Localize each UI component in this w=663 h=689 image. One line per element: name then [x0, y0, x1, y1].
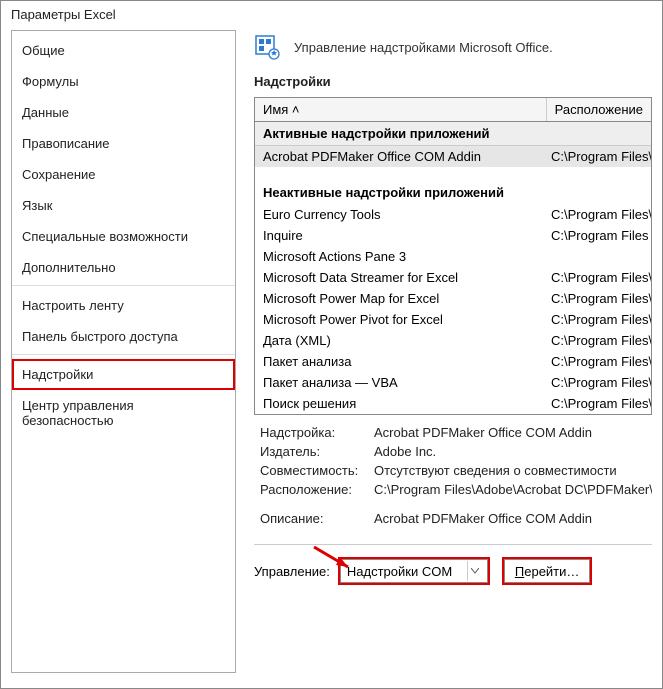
- annotation-arrow-icon: [310, 543, 360, 573]
- cell-name: Microsoft Data Streamer for Excel: [255, 267, 547, 288]
- cell-loc: C:\Program Files\A: [547, 146, 651, 167]
- sidebar-item-quick-access[interactable]: Панель быстрого доступа: [12, 321, 235, 355]
- sidebar-item-customize-ribbon[interactable]: Настроить ленту: [12, 290, 235, 321]
- section-title: Надстройки: [254, 74, 662, 89]
- chevron-down-icon: [467, 561, 483, 581]
- table-row[interactable]: InquireC:\Program Files (x: [255, 225, 651, 246]
- cell-name: Inquire: [255, 225, 547, 246]
- detail-value-compat: Отсутствуют сведения о совместимости: [374, 463, 652, 478]
- main-panel: Управление надстройками Microsoft Office…: [236, 24, 662, 679]
- cell-name: Дата (XML): [255, 330, 547, 351]
- sidebar-item-language[interactable]: Язык: [12, 190, 235, 221]
- detail-label-location: Расположение:: [254, 482, 374, 497]
- cell-loc: C:\Program Files\C: [547, 330, 651, 351]
- go-button[interactable]: Перейти…: [504, 559, 591, 583]
- table-row[interactable]: Microsoft Power Map for ExcelC:\Program …: [255, 288, 651, 309]
- go-button-rest: ерейти…: [524, 564, 579, 579]
- table-row[interactable]: Euro Currency ToolsC:\Program Files\M: [255, 204, 651, 225]
- cell-loc: C:\Program Files\M: [547, 267, 651, 288]
- group-inactive: Неактивные надстройки приложений: [255, 181, 651, 204]
- sidebar-item-formulas[interactable]: Формулы: [12, 66, 235, 97]
- detail-value-addin: Acrobat PDFMaker Office COM Addin: [374, 425, 652, 440]
- cell-loc: C:\Program Files\M: [547, 309, 651, 330]
- sidebar-item-trust-center[interactable]: Центр управления безопасностью: [12, 390, 235, 436]
- manage-combo[interactable]: Надстройки COM: [340, 559, 488, 583]
- cell-name: Euro Currency Tools: [255, 204, 547, 225]
- window-body: Общие Формулы Данные Правописание Сохран…: [1, 24, 662, 679]
- grid-header: Имя ˄ Расположение: [255, 98, 651, 122]
- cell-loc: C:\Program Files (x: [547, 225, 651, 246]
- window-title: Параметры Excel: [1, 1, 662, 24]
- cell-name: Microsoft Actions Pane 3: [255, 246, 547, 267]
- detail-value-desc: Acrobat PDFMaker Office COM Addin: [374, 511, 652, 526]
- table-row[interactable]: Microsoft Data Streamer for ExcelC:\Prog…: [255, 267, 651, 288]
- sidebar-item-save[interactable]: Сохранение: [12, 159, 235, 190]
- detail-label-addin: Надстройка:: [254, 425, 374, 440]
- cell-name: Поиск решения: [255, 393, 547, 414]
- sidebar-item-data[interactable]: Данные: [12, 97, 235, 128]
- sidebar-item-accessibility[interactable]: Специальные возможности: [12, 221, 235, 252]
- col-header-name[interactable]: Имя ˄: [255, 98, 547, 121]
- detail-value-location: C:\Program Files\Adobe\Acrobat DC\PDFMak…: [374, 482, 652, 497]
- cell-name: Пакет анализа: [255, 351, 547, 372]
- cell-loc: C:\Program Files\M: [547, 372, 651, 393]
- table-row[interactable]: Пакет анализа — VBAC:\Program Files\M: [255, 372, 651, 393]
- addins-grid: Имя ˄ Расположение Активные надстройки п…: [254, 97, 652, 415]
- addins-icon: [254, 34, 280, 60]
- detail-label-desc: Описание:: [254, 511, 374, 526]
- detail-label-publisher: Издатель:: [254, 444, 374, 459]
- addin-details: Надстройка:Acrobat PDFMaker Office COM A…: [254, 425, 652, 530]
- cell-loc: C:\Program Files\M: [547, 351, 651, 372]
- cell-name: Microsoft Power Pivot for Excel: [255, 309, 547, 330]
- detail-label-compat: Совместимость:: [254, 463, 374, 478]
- header-row: Управление надстройками Microsoft Office…: [254, 34, 662, 60]
- combo-value: Надстройки COM: [347, 564, 452, 579]
- table-row[interactable]: Microsoft Power Pivot for ExcelC:\Progra…: [255, 309, 651, 330]
- options-window: Параметры Excel Общие Формулы Данные Пра…: [0, 0, 663, 689]
- spacer: [255, 167, 651, 181]
- sidebar-item-general[interactable]: Общие: [12, 35, 235, 66]
- col-header-location[interactable]: Расположение: [547, 98, 651, 121]
- table-row[interactable]: Acrobat PDFMaker Office COM Addin C:\Pro…: [255, 146, 651, 167]
- cell-loc: C:\Program Files\M: [547, 204, 651, 225]
- cell-name: Acrobat PDFMaker Office COM Addin: [255, 146, 547, 167]
- table-row[interactable]: Дата (XML)C:\Program Files\C: [255, 330, 651, 351]
- cell-name: Пакет анализа — VBA: [255, 372, 547, 393]
- sidebar-item-addins[interactable]: Надстройки: [12, 359, 235, 390]
- cell-loc: [547, 246, 651, 267]
- table-row[interactable]: Microsoft Actions Pane 3: [255, 246, 651, 267]
- table-row[interactable]: Пакет анализаC:\Program Files\M: [255, 351, 651, 372]
- header-title: Управление надстройками Microsoft Office…: [294, 40, 553, 55]
- sidebar-item-proofing[interactable]: Правописание: [12, 128, 235, 159]
- cell-loc: C:\Program Files\M: [547, 288, 651, 309]
- table-row[interactable]: Поиск решенияC:\Program Files\M: [255, 393, 651, 414]
- cell-name: Microsoft Power Map for Excel: [255, 288, 547, 309]
- cell-loc: C:\Program Files\M: [547, 393, 651, 414]
- go-button-accel: П: [515, 564, 524, 579]
- detail-value-publisher: Adobe Inc.: [374, 444, 652, 459]
- sidebar-item-advanced[interactable]: Дополнительно: [12, 252, 235, 286]
- group-active: Активные надстройки приложений: [255, 122, 651, 146]
- category-sidebar: Общие Формулы Данные Правописание Сохран…: [11, 30, 236, 673]
- manage-footer: Управление: Надстройки COM Перейти…: [254, 544, 652, 583]
